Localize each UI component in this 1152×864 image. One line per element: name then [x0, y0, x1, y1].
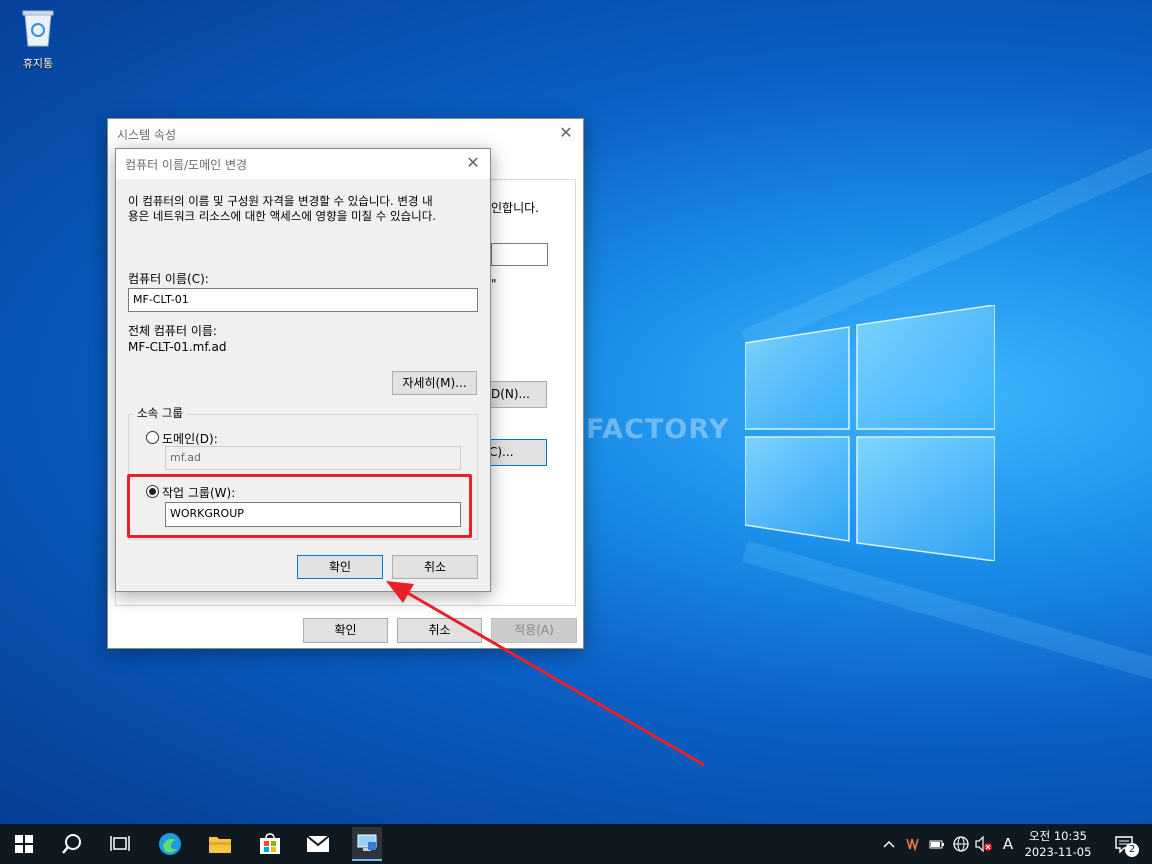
ime-indicator[interactable]: A: [998, 824, 1018, 864]
clock[interactable]: 오전 10:35 2023-11-05: [1022, 824, 1094, 864]
domain-radio[interactable]: [146, 431, 159, 444]
apply-button[interactable]: 적용(A): [491, 618, 577, 643]
workgroup-input[interactable]: WORKGROUP: [165, 502, 461, 527]
description-line-1: 이 컴퓨터의 이름 및 구성원 자격을 변경할 수 있습니다. 변경 내: [128, 194, 433, 208]
ok-button[interactable]: 확인: [303, 618, 388, 643]
dialog-title: 컴퓨터 이름/도메인 변경: [125, 157, 248, 172]
domain-input[interactable]: mf.ad: [165, 446, 461, 470]
battery-icon[interactable]: [928, 824, 946, 864]
full-name-label: 전체 컴퓨터 이름:: [128, 324, 217, 338]
recycle-bin-label: 휴지통: [22, 57, 54, 70]
close-icon[interactable]: ✕: [464, 154, 482, 172]
partial-description: 인합니다.: [491, 201, 539, 215]
cancel-button[interactable]: 취소: [392, 555, 478, 579]
mail-icon[interactable]: [304, 830, 332, 858]
volume-muted-icon[interactable]: [974, 824, 994, 864]
computer-description-field[interactable]: [491, 243, 548, 266]
workgroup-label: 작업 그룹(W):: [162, 486, 236, 500]
file-explorer-icon[interactable]: [206, 830, 234, 858]
more-button[interactable]: 자세히(M)...: [392, 371, 477, 395]
title-bar: 시스템 속성 ✕: [108, 119, 583, 149]
domain-label: 도메인(D):: [162, 432, 218, 446]
store-icon[interactable]: [256, 830, 284, 858]
description-line-2: 용은 네트워크 리소스에 대한 액세스에 영향을 미칠 수 있습니다.: [128, 209, 436, 223]
member-of-label: 소속 그룹: [134, 405, 186, 421]
system-properties-taskbar-icon[interactable]: [352, 827, 382, 861]
task-view-icon[interactable]: [106, 830, 134, 858]
change-button[interactable]: D(N)...: [488, 381, 547, 408]
ok-button[interactable]: 확인: [297, 555, 383, 579]
full-name-value: MF-CLT-01.mf.ad: [128, 340, 227, 354]
computer-name-label: 컴퓨터 이름(C):: [128, 272, 209, 286]
light-beam: [741, 540, 1152, 694]
clock-time: 오전 10:35: [1029, 829, 1087, 843]
windows-start-icon: [15, 835, 33, 853]
computer-name-change-dialog: 컴퓨터 이름/도메인 변경 ✕ 이 컴퓨터의 이름 및 구성원 자격을 변경할 …: [115, 148, 491, 592]
clock-date: 2023-11-05: [1024, 845, 1092, 859]
workgroup-radio[interactable]: [146, 485, 159, 498]
dialog-title-bar: 컴퓨터 이름/도메인 변경 ✕: [116, 149, 490, 179]
edge-browser-icon[interactable]: [156, 830, 184, 858]
notification-badge: 2: [1125, 843, 1139, 857]
close-icon[interactable]: ✕: [557, 124, 575, 142]
window-title: 시스템 속성: [117, 127, 177, 142]
start-button[interactable]: [10, 830, 38, 858]
recycle-bin-icon: [22, 10, 54, 47]
network-globe-icon[interactable]: [952, 824, 970, 864]
app-tray-icon[interactable]: [904, 824, 922, 864]
recycle-bin[interactable]: 휴지통: [10, 8, 66, 71]
show-hidden-icons[interactable]: [880, 824, 898, 864]
cancel-button[interactable]: 취소: [397, 618, 482, 643]
partial-quote: ": [491, 277, 497, 291]
computer-name-input[interactable]: MF-CLT-01: [128, 288, 478, 312]
notification-center[interactable]: 2: [1104, 824, 1144, 864]
taskbar: A 오전 10:35 2023-11-05 2: [0, 824, 1152, 864]
change-button-2[interactable]: C)...: [488, 439, 547, 466]
search-icon[interactable]: [58, 830, 86, 858]
windows-logo: [745, 305, 995, 561]
